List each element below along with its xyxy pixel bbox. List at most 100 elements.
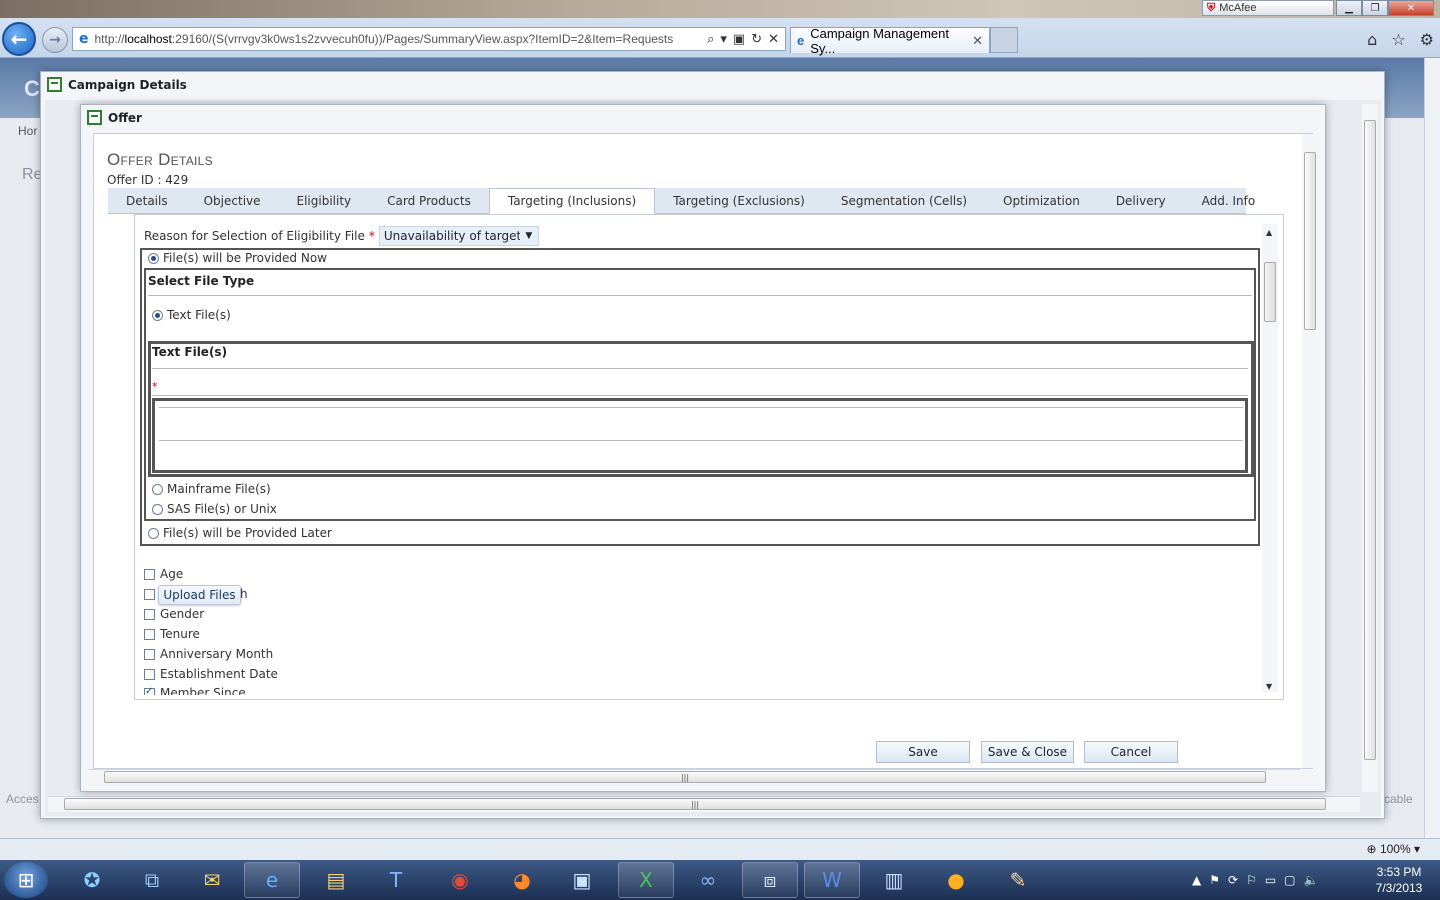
tray-app-icon-3[interactable]: ⚐: [1246, 873, 1257, 887]
establishment-date-checkbox[interactable]: [144, 668, 155, 680]
taskbar-firefox-icon[interactable]: ◕: [494, 862, 550, 898]
taskbar-app-icon-4[interactable]: ⧈: [742, 862, 798, 898]
reason-label: Reason for Selection of Eligibility File: [144, 229, 365, 243]
url-text[interactable]: http://localhost:29160/(S(vrrvgv3k0ws1s2…: [95, 32, 708, 46]
checkbox-age[interactable]: Age: [144, 567, 183, 581]
upload-files-button[interactable]: Upload Files: [158, 585, 241, 605]
taskbar-chrome-icon[interactable]: ◉: [432, 862, 488, 898]
checkbox-establishment-date[interactable]: Establishment Date: [144, 667, 278, 681]
text-files-heading: Text File(s): [152, 345, 1248, 369]
home-icon[interactable]: ⌂: [1367, 30, 1377, 49]
checkbox-anniversary-month[interactable]: Anniversary Month: [144, 647, 273, 661]
tab-details[interactable]: Details: [108, 188, 186, 214]
taskbar-remote-desktop-icon[interactable]: ⧉: [124, 862, 180, 898]
tab-targeting-exclusions[interactable]: Targeting (Exclusions): [655, 188, 823, 214]
tray-network-icon[interactable]: ▭: [1265, 873, 1276, 887]
text-files-label: Text File(s): [167, 308, 231, 322]
save-button[interactable]: Save: [876, 741, 970, 763]
taskbar-folder-icon[interactable]: ▤: [308, 862, 364, 898]
anniversary-month-checkbox[interactable]: [144, 648, 155, 660]
tab-optimization[interactable]: Optimization: [985, 188, 1098, 214]
campaign-vertical-scrollbar[interactable]: [1362, 104, 1378, 792]
checkbox-member-since[interactable]: Member Since: [144, 686, 246, 695]
tab-eligibility[interactable]: Eligibility: [279, 188, 370, 214]
stop-icon[interactable]: ✕: [768, 32, 779, 47]
minimize-button[interactable]: ▁: [1336, 0, 1362, 16]
tab-delivery[interactable]: Delivery: [1098, 188, 1184, 214]
checkbox-tenure[interactable]: Tenure: [144, 627, 200, 641]
tray-expand-icon[interactable]: ▲: [1192, 873, 1201, 887]
new-tab-button[interactable]: [990, 27, 1018, 53]
taskbar-word-icon[interactable]: W: [804, 862, 860, 898]
taskbar-app-icon-3[interactable]: ∞: [680, 862, 736, 898]
cancel-button[interactable]: Cancel: [1084, 741, 1178, 763]
refresh-icon[interactable]: ↻: [751, 32, 762, 47]
offer-vertical-thumb[interactable]: [1304, 152, 1316, 330]
browser-tab-active[interactable]: e Campaign Management Sy... ✕: [790, 26, 990, 56]
zoom-control[interactable]: ⊕ 100% ▾: [1367, 842, 1420, 856]
taskbar-tool-icon[interactable]: T: [368, 862, 424, 898]
sas-option[interactable]: SAS File(s) or Unix: [152, 502, 277, 516]
taskbar-paint-icon[interactable]: ✎: [990, 862, 1046, 898]
back-button[interactable]: ←: [2, 22, 36, 56]
gear-icon[interactable]: ⚙: [1420, 30, 1434, 49]
tab-segmentation-cells[interactable]: Segmentation (Cells): [823, 188, 985, 214]
mcafee-addon[interactable]: ⛨ McAfee: [1202, 0, 1334, 16]
provided-now-option[interactable]: File(s) will be Provided Now: [148, 251, 327, 265]
offer-horizontal-thumb[interactable]: |||: [104, 771, 1266, 783]
offer-horizontal-scrollbar[interactable]: |||: [88, 769, 1300, 785]
tab-objective[interactable]: Objective: [186, 188, 279, 214]
taskbar-excel-icon[interactable]: X: [618, 862, 674, 898]
scroll-down-arrow-icon[interactable]: ▼: [1266, 682, 1272, 691]
tray-app-icon-2[interactable]: ⟳: [1228, 873, 1238, 887]
close-window-button[interactable]: ✕: [1388, 0, 1434, 16]
taskbar-app-icon-2[interactable]: ▣: [554, 862, 610, 898]
tab-add-info[interactable]: Add. Info: [1184, 188, 1274, 214]
favorites-star-icon[interactable]: ☆: [1391, 30, 1405, 49]
tab-targeting-inclusions[interactable]: Targeting (Inclusions): [488, 188, 656, 214]
tray-volume-icon[interactable]: 🔈: [1304, 873, 1319, 887]
forward-button[interactable]: →: [42, 27, 68, 53]
tab-card-products[interactable]: Card Products: [369, 188, 489, 214]
compat-view-icon[interactable]: ▣: [733, 32, 745, 47]
scroll-up-arrow-icon[interactable]: ▲: [1266, 228, 1272, 237]
age-checkbox[interactable]: [144, 568, 155, 580]
tab-close-icon[interactable]: ✕: [972, 33, 983, 49]
tenure-label: Tenure: [160, 627, 200, 641]
start-button[interactable]: ⊞: [4, 862, 48, 898]
provided-later-option[interactable]: File(s) will be Provided Later: [148, 526, 332, 540]
campaign-vertical-thumb[interactable]: [1364, 120, 1376, 760]
taskbar-app-icon-6[interactable]: ●: [928, 862, 984, 898]
campaign-horizontal-scrollbar[interactable]: |||: [48, 796, 1360, 812]
offer-vertical-scrollbar[interactable]: [1302, 134, 1318, 768]
zoom-icon: ⊕: [1366, 842, 1380, 856]
text-files-radio[interactable]: [152, 309, 163, 321]
reason-select[interactable]: Unavailability of targeting ▼: [378, 226, 539, 246]
taskbar-app-icon-5[interactable]: ▥: [866, 862, 922, 898]
taskbar-app-icon-1[interactable]: ✪: [64, 862, 120, 898]
mainframe-radio[interactable]: [152, 483, 163, 495]
checkbox-gender[interactable]: Gender: [144, 607, 204, 621]
mainframe-option[interactable]: Mainframe File(s): [152, 482, 271, 496]
tray-monitor-icon[interactable]: ▢: [1284, 873, 1295, 887]
tray-app-icon-1[interactable]: ⚑: [1209, 873, 1220, 887]
page-vertical-scrollbar[interactable]: [1424, 58, 1440, 840]
provided-now-radio[interactable]: [148, 252, 159, 264]
taskbar-mail-icon[interactable]: ✉: [184, 862, 240, 898]
tenure-checkbox[interactable]: [144, 628, 155, 640]
campaign-horizontal-thumb[interactable]: |||: [64, 798, 1326, 810]
taskbar-ie-icon[interactable]: e: [244, 862, 300, 898]
gender-checkbox[interactable]: [144, 608, 155, 620]
dropdown-icon[interactable]: ▾: [720, 32, 727, 47]
member-since-checkbox[interactable]: [144, 686, 155, 695]
search-icon[interactable]: ⌕: [707, 32, 714, 47]
save-and-close-button[interactable]: Save & Close: [981, 741, 1074, 763]
maximize-button[interactable]: ❐: [1362, 0, 1388, 16]
hidden-item-checkbox[interactable]: [144, 588, 155, 600]
provided-later-radio[interactable]: [148, 527, 159, 539]
taskbar-clock[interactable]: 3:53 PM 7/3/2013: [1362, 864, 1436, 896]
sas-radio[interactable]: [152, 503, 163, 515]
address-bar[interactable]: e http://localhost:29160/(S(vrrvgv3k0ws1…: [72, 27, 786, 51]
content-vertical-thumb[interactable]: [1264, 262, 1276, 322]
text-files-option[interactable]: Text File(s): [152, 308, 231, 322]
